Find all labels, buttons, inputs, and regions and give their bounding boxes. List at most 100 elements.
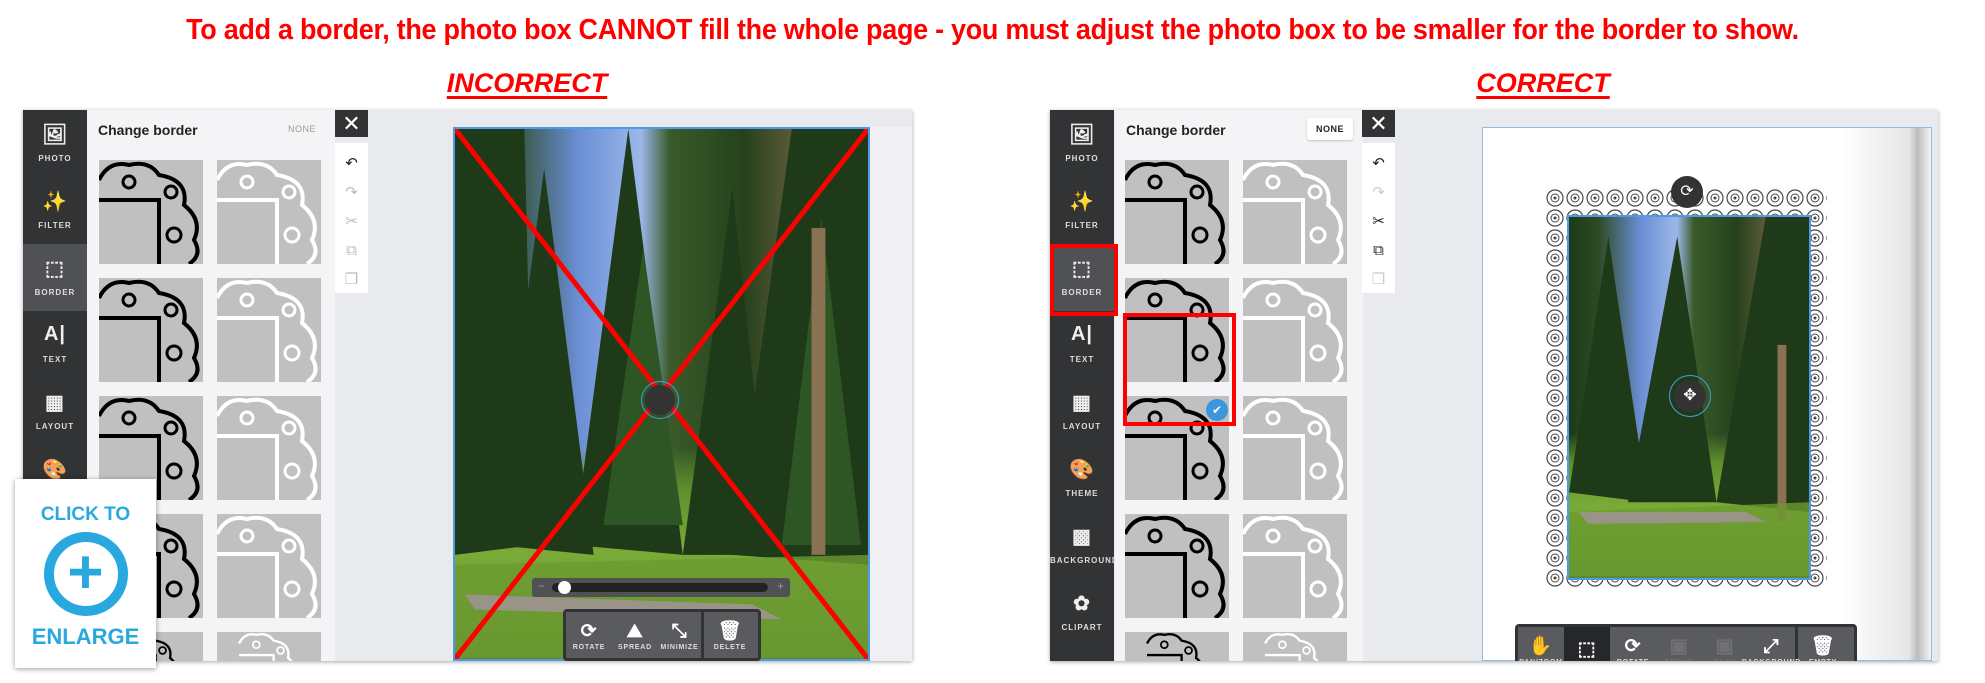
rotate-button[interactable]: ⟳ROTATE [566,612,612,658]
border-option[interactable] [215,160,321,266]
slider-track[interactable] [552,583,768,592]
sidebar-item-text[interactable]: A| TEXT [23,311,87,378]
sidebar-item-border[interactable]: ⬚ BORDER [23,244,87,311]
page[interactable]: ✥ ⟳ ✋ PAN/ZOOM ⬚ ⟳ ROTATE ▣ FRONT ▣ BACK ⤢ BACKGRO… [1482,127,1932,661]
sidebar-item-filter[interactable]: ✨ FILTER [1050,177,1114,244]
border-option[interactable] [97,278,203,384]
back-button[interactable]: ▣ BACK [1702,627,1748,662]
button-label: BACK [1713,659,1736,662]
highlight-border-tab [1050,244,1118,316]
sidebar-item-photo[interactable]: 🖼 PHOTO [1050,110,1114,177]
sidebar-item-label: TEXT [1069,355,1095,364]
close-panel-button[interactable]: ✕ [1362,110,1395,137]
border-option[interactable] [1123,514,1229,620]
sidebar-item-label: PHOTO [1065,154,1099,163]
border-icon: ⬚ [45,258,65,280]
photo-box-full-page[interactable]: − + ⟳ ROTATE ⛰ SPREAD ⤡ MINIMIZE 🗑 DELETE [453,127,870,661]
sidebar-item-label: CLIPART [1061,623,1103,632]
undo-icon[interactable]: ↶ [345,149,358,178]
sidebar-item-label: LAYOUT [35,422,75,431]
rotate-icon: ⟳ [580,620,598,642]
border-option[interactable] [1241,160,1347,266]
button-label: ROTATE [1617,659,1650,662]
border-option[interactable] [97,160,203,266]
border-option[interactable] [1241,278,1347,384]
sidebar-item-layout[interactable]: ▦ LAYOUT [1050,378,1114,445]
trash-icon: 🗑 [1810,635,1836,657]
paste-icon[interactable]: ❐ [1372,265,1385,294]
spread-icon: ⛰ [626,620,644,642]
front-button[interactable]: ▣ FRONT [1656,627,1702,662]
paste-icon[interactable]: ❐ [345,265,358,294]
delete-button[interactable]: 🗑 DELETE [704,612,756,658]
zoom-out-icon[interactable]: − [538,579,545,593]
button-label: SPREAD [618,643,652,651]
border-option[interactable] [1123,160,1229,266]
none-button[interactable]: NONE [279,118,325,140]
edit-tools: ↶ ↷ ✂ ⧉ ❐ [1362,143,1395,293]
border-option[interactable] [1241,514,1347,620]
sidebar-item-clipart[interactable]: ✿ CLIPART [1050,579,1114,646]
rotate-handle[interactable]: ⟳ [1671,176,1703,208]
magic-wand-icon: ✨ [1069,191,1095,213]
undo-icon[interactable]: ↶ [1372,149,1385,178]
button-label: ROTATE [572,643,606,651]
sidebar-item-theme[interactable]: 🎨 THEME [1050,445,1114,512]
sidebar-item-label: TEXT [42,355,68,364]
incorrect-label: INCORRECT [446,68,608,98]
zoom-in-icon[interactable]: + [777,579,784,593]
sidebar-item-filter[interactable]: ✨ FILTER [23,177,87,244]
incorrect-editor-screenshot: 🖼PHOTO✨FILTER⬚BORDERA|TEXT▦LAYOUT🎨THEME … [23,110,912,661]
border-option[interactable] [1125,632,1229,661]
redo-icon[interactable]: ↷ [345,178,358,207]
minimize-icon: ⤡ [671,620,688,642]
background-icon: ▩ [1072,526,1092,548]
sidebar-item-layout[interactable]: ▦ LAYOUT [23,378,87,445]
button-label: PAN/ZOOM [1519,659,1563,662]
move-handle[interactable] [641,381,679,419]
correct-label: CORRECT [1476,68,1610,98]
expand-icon: ⤢ [1763,635,1780,657]
pan-zoom-button[interactable]: ✋ PAN/ZOOM [1518,627,1564,662]
border-option[interactable] [217,632,321,661]
scissors-icon[interactable]: ✂ [1372,207,1385,236]
slider-knob[interactable] [558,581,572,594]
none-button[interactable]: NONE [1306,118,1353,140]
toolbar-wrap: ✋PAN/ZOOM⬚⟳ROTATE▣FRONT▣BACK⤢BACKGROUND🗑… [1515,624,1857,661]
frame-toolbar: ✋PAN/ZOOM⬚⟳ROTATE▣FRONT▣BACK⤢BACKGROUND🗑… [1515,624,1857,661]
plus-circle-icon: + [43,532,128,616]
background-button[interactable]: ⤢ BACKGROUND [1742,627,1800,661]
spread-button[interactable]: ⛰ SPREAD [612,612,658,658]
minimize-button[interactable]: ⤡ MINIMIZE [658,612,704,658]
select-button[interactable]: ⬚ [1564,627,1610,661]
enlarge-text-top: CLICK TO [40,504,131,525]
photo-box-resized[interactable]: ✥ [1567,215,1811,580]
magic-wand-icon: ✨ [42,191,68,213]
copy-icon[interactable]: ⧉ [346,236,357,265]
sidebar-item-text[interactable]: A| TEXT [1050,311,1114,378]
zoom-slider[interactable]: − + [532,578,790,597]
sidebar-item-label: BACKGROUND [1050,556,1119,565]
sidebar-item-label: FILTER [1065,221,1099,230]
empty-button[interactable]: 🗑 EMPTY [1798,627,1848,662]
border-option[interactable] [215,396,321,502]
layout-icon: ▦ [1072,392,1092,414]
redo-icon[interactable]: ↷ [1372,178,1385,207]
copy-icon[interactable]: ⧉ [1373,236,1384,265]
sidebar-item-background[interactable]: ▩ BACKGROUND [1050,512,1118,579]
photo-toolbar: ⟳ ROTATE ⛰ SPREAD ⤡ MINIMIZE 🗑 DELETE [563,609,761,661]
close-panel-button[interactable]: ✕ [335,110,368,137]
click-to-enlarge-button[interactable]: CLICK TO + ENLARGE [15,479,156,668]
flower-icon: ✿ [1073,593,1091,615]
border-option[interactable] [215,514,321,620]
scissors-icon[interactable]: ✂ [345,207,358,236]
rotate-button[interactable]: ⟳ROTATE [1610,627,1656,662]
sidebar-item-label: FILTER [38,221,72,230]
sidebar-item-photo[interactable]: 🖼 PHOTO [23,110,87,177]
border-option[interactable] [1241,396,1347,502]
move-handle[interactable]: ✥ [1669,375,1711,417]
border-option[interactable] [215,278,321,384]
border-option[interactable] [1243,632,1347,661]
button-label: FRONT [1665,659,1693,662]
sidebar-item-label: LAYOUT [1062,422,1102,431]
